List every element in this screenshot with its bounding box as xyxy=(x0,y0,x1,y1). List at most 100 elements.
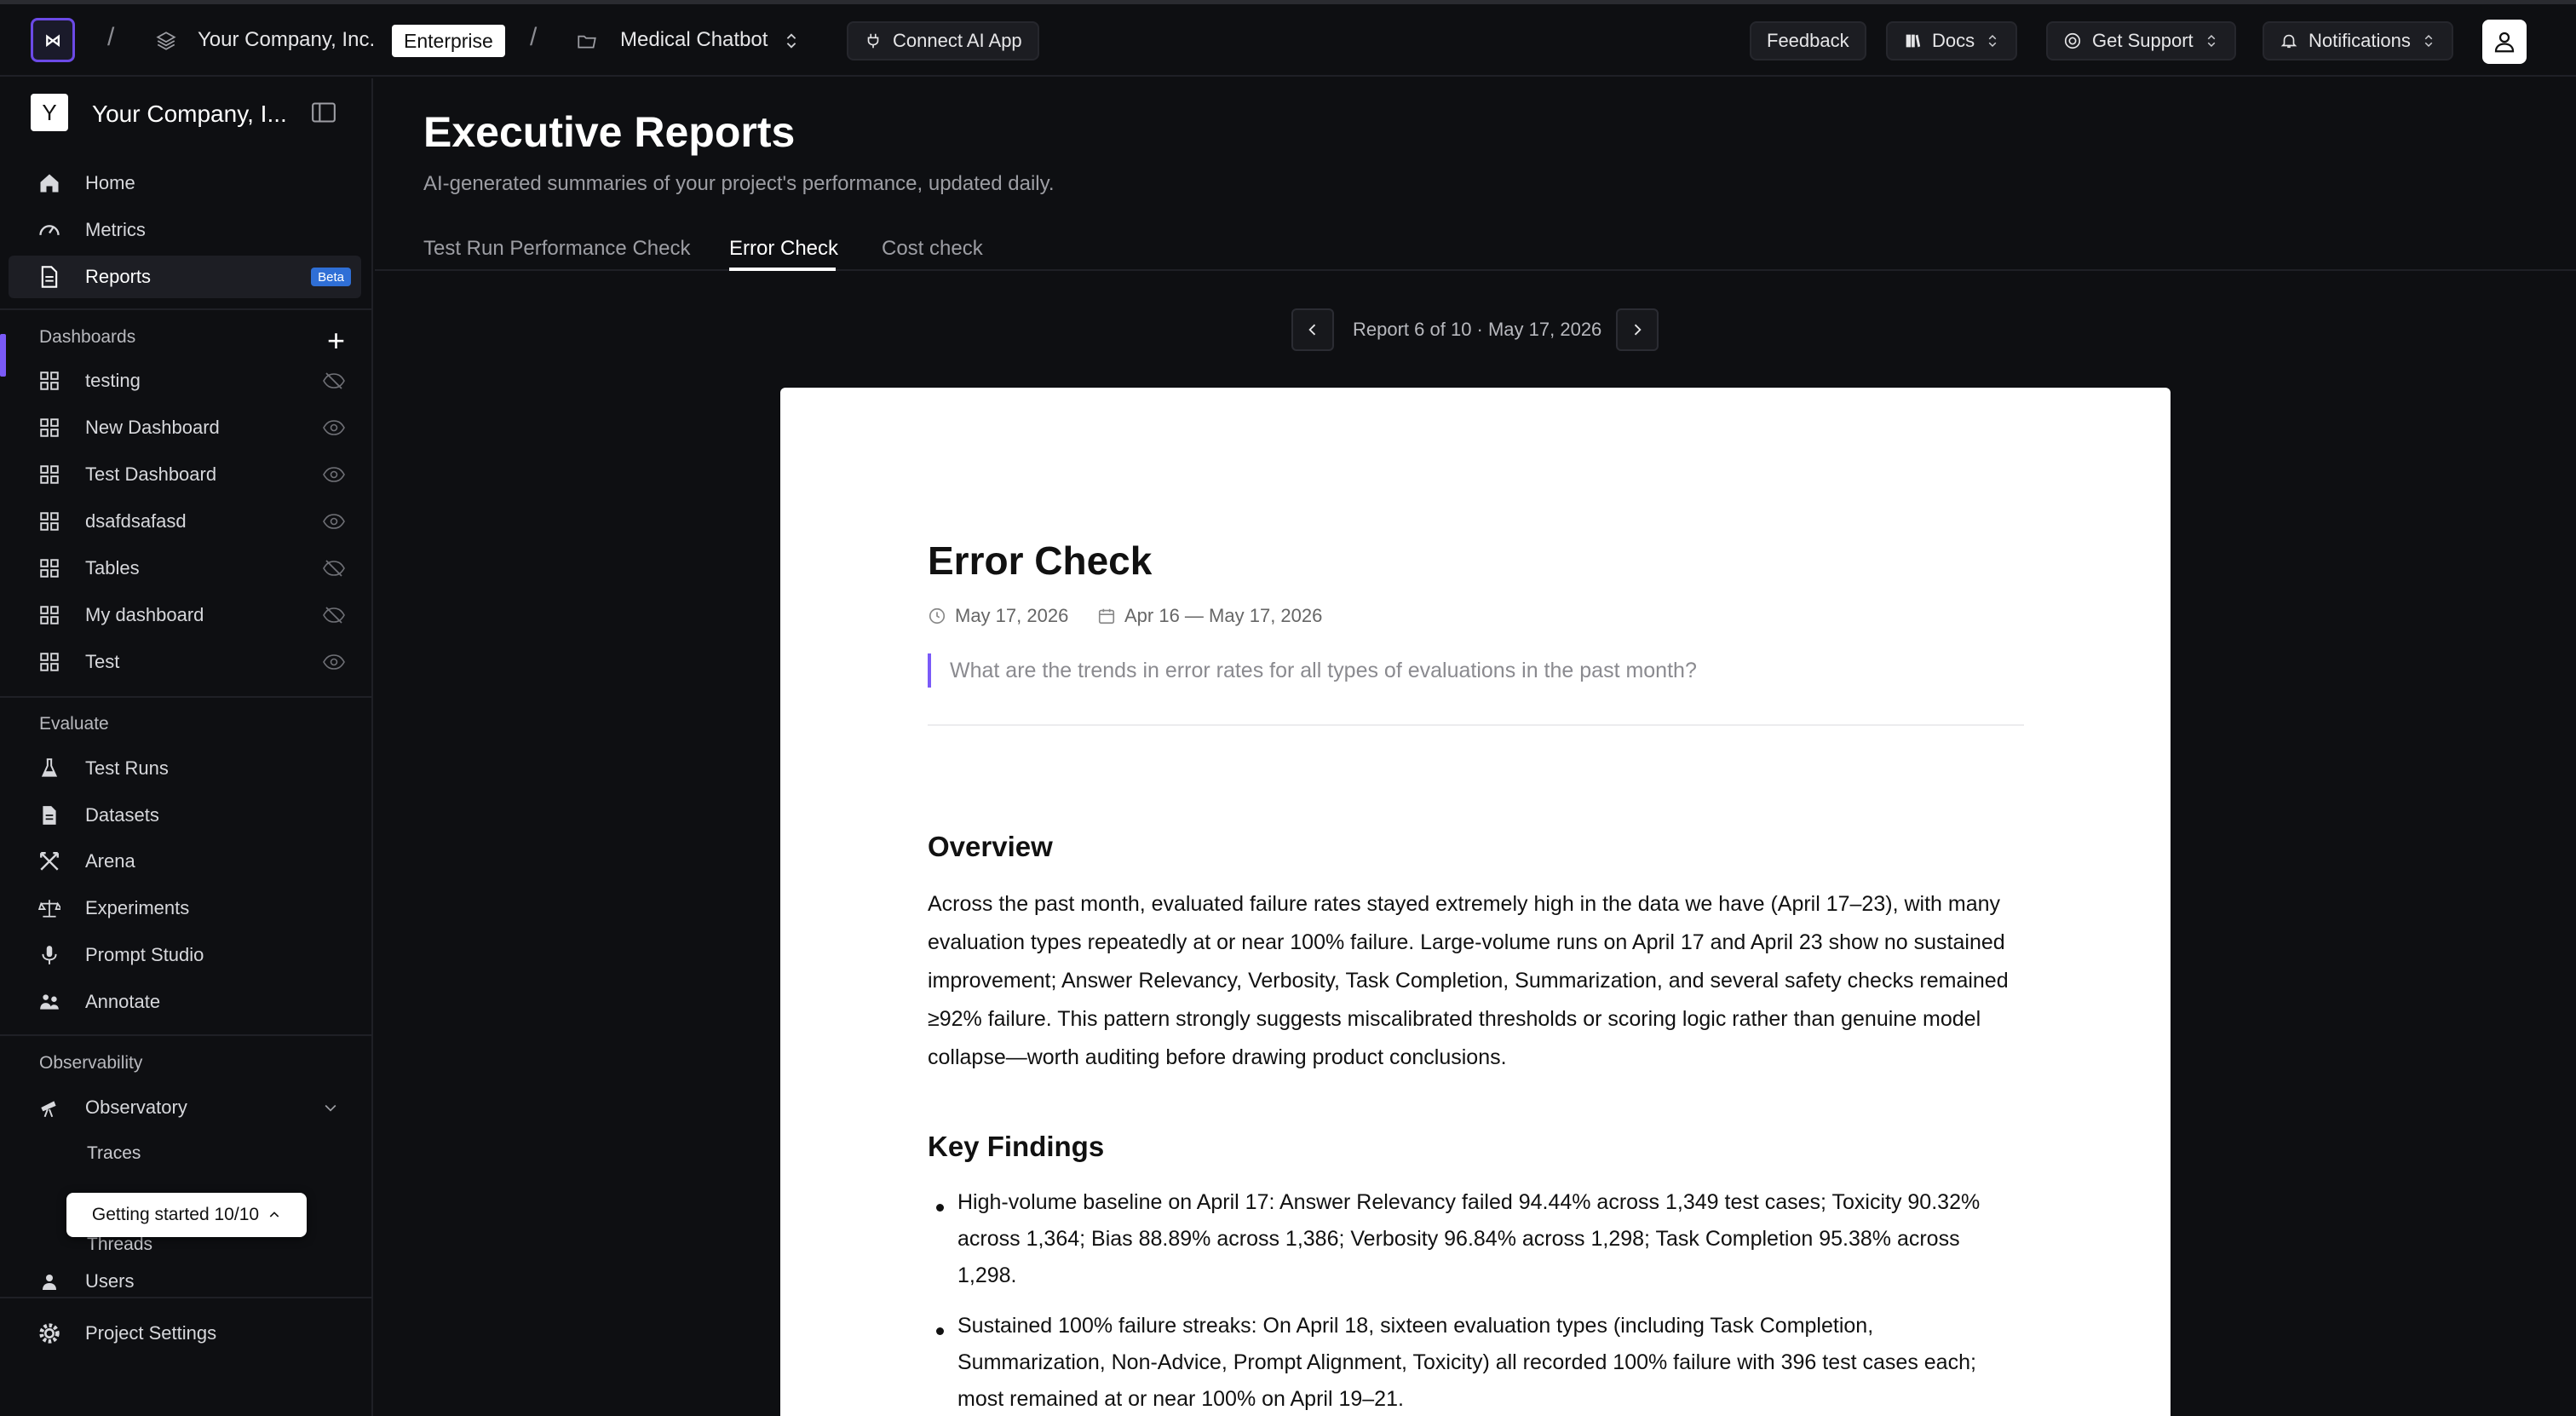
scale-icon xyxy=(37,896,61,920)
report-date-text: May 17, 2026 xyxy=(955,605,1069,626)
sidebar-subitem-traces[interactable]: Traces xyxy=(87,1143,141,1164)
project-name[interactable]: Medical Chatbot xyxy=(620,28,768,52)
dashboard-grid-icon xyxy=(37,603,61,627)
report-range-text: Apr 16 — May 17, 2026 xyxy=(1124,605,1323,626)
sidebar-item-label: Arena xyxy=(85,850,135,872)
eye-icon[interactable] xyxy=(322,465,346,484)
overview-heading: Overview xyxy=(928,831,1053,862)
dashboard-grid-icon xyxy=(37,463,61,486)
document-icon xyxy=(37,265,61,289)
sidebar-item-test-runs[interactable]: Test Runs xyxy=(9,747,361,790)
chevron-updown-icon xyxy=(2207,34,2215,48)
docs-button[interactable]: Docs xyxy=(1886,21,2018,60)
tab-cost-check[interactable]: Cost check xyxy=(882,237,983,261)
sidebar-toggle-icon[interactable] xyxy=(312,102,336,123)
sidebar-item-dashboard-tables[interactable]: Tables xyxy=(9,547,361,590)
sidebar-item-users[interactable]: Users xyxy=(9,1266,361,1297)
sidebar-item-reports[interactable]: Reports Beta xyxy=(9,256,361,298)
clock-icon xyxy=(929,607,946,625)
next-report-button[interactable] xyxy=(1616,308,1659,351)
eye-icon[interactable] xyxy=(322,512,346,531)
sidebar-item-metrics[interactable]: Metrics xyxy=(9,209,361,251)
sidebar-item-label: Observatory xyxy=(85,1097,187,1118)
eye-off-icon[interactable] xyxy=(322,371,346,390)
connect-ai-app-button[interactable]: Connect AI App xyxy=(847,21,1039,60)
chevron-down-icon[interactable] xyxy=(322,1099,339,1116)
notifications-button[interactable]: Notifications xyxy=(2263,21,2453,60)
sidebar-item-label: Project Settings xyxy=(85,1322,217,1344)
tab-test-run-performance[interactable]: Test Run Performance Check xyxy=(423,237,690,261)
dashboard-grid-icon xyxy=(37,509,61,533)
dashboard-grid-icon xyxy=(37,650,61,674)
sidebar-item-label: Prompt Studio xyxy=(85,944,204,965)
plan-badge: Enterprise xyxy=(392,25,505,57)
observability-heading: Observability xyxy=(39,1053,143,1073)
report-divider xyxy=(928,724,2024,726)
chevron-updown-icon xyxy=(1988,34,1997,48)
sidebar-item-dashboard-test-dashboard[interactable]: Test Dashboard xyxy=(9,453,361,496)
workspace-avatar[interactable]: Y xyxy=(31,94,68,131)
report-date: May 17, 2026 xyxy=(928,605,1068,627)
sidebar-item-label: testing xyxy=(85,370,141,391)
mic-icon xyxy=(37,943,61,967)
swords-icon xyxy=(37,849,61,873)
get-support-button[interactable]: Get Support xyxy=(2046,21,2236,60)
sidebar-item-datasets[interactable]: Datasets xyxy=(9,794,361,837)
sidebar-item-label: dsafdsafasd xyxy=(85,510,187,532)
sidebar-item-dashboard-my-dashboard[interactable]: My dashboard xyxy=(9,594,361,636)
report-range: Apr 16 — May 17, 2026 xyxy=(1097,605,1322,627)
user-icon xyxy=(2494,32,2515,53)
sidebar-item-home[interactable]: Home xyxy=(9,162,361,204)
app-logo[interactable]: ⋈ xyxy=(31,18,75,62)
lifebuoy-icon xyxy=(2064,32,2081,49)
connect-label: Connect AI App xyxy=(893,30,1022,51)
report-pager-label: Report 6 of 10 · May 17, 2026 xyxy=(1353,319,1602,340)
finding-item: High-volume baseline on April 17: Answer… xyxy=(957,1190,1981,1287)
sidebar-item-dashboard-testing[interactable]: testing xyxy=(9,360,361,402)
user-avatar-button[interactable] xyxy=(2482,20,2527,64)
report-title: Error Check xyxy=(928,538,1153,583)
sidebar-item-arena[interactable]: Arena xyxy=(9,840,361,883)
add-dashboard-button[interactable]: + xyxy=(327,325,345,356)
flask-icon xyxy=(37,757,61,780)
previous-report-button[interactable] xyxy=(1291,308,1334,351)
eye-icon[interactable] xyxy=(322,418,346,437)
layers-icon xyxy=(156,32,176,50)
eye-icon[interactable] xyxy=(322,653,346,671)
org-name[interactable]: Your Company, Inc. xyxy=(198,28,375,52)
sidebar-item-dashboard-dsafdsafasd[interactable]: dsafdsafasd xyxy=(9,500,361,543)
key-findings-heading: Key Findings xyxy=(928,1131,1105,1162)
sidebar-item-label: My dashboard xyxy=(85,604,204,625)
file-icon xyxy=(37,803,61,827)
bullet-dot xyxy=(936,1327,944,1335)
eye-off-icon[interactable] xyxy=(322,559,346,578)
sidebar-item-annotate[interactable]: Annotate xyxy=(9,981,361,1023)
sidebar-item-label: Datasets xyxy=(85,804,159,826)
sidebar-item-project-settings[interactable]: Project Settings xyxy=(9,1312,361,1355)
tab-error-check[interactable]: Error Check xyxy=(729,237,838,261)
sidebar-subitem-threads[interactable]: Threads xyxy=(87,1235,152,1255)
sidebar-item-dashboard-new-dashboard[interactable]: New Dashboard xyxy=(9,406,361,449)
sidebar-item-dashboard-test[interactable]: Test xyxy=(9,641,361,683)
active-tab-indicator xyxy=(729,268,836,271)
home-icon xyxy=(37,171,61,195)
page-subtitle: AI-generated summaries of your project's… xyxy=(423,172,1055,195)
feedback-button[interactable]: Feedback xyxy=(1750,21,1866,60)
eye-off-icon[interactable] xyxy=(322,606,346,625)
workspace-name[interactable]: Your Company, I... xyxy=(92,101,287,128)
sidebar-item-observatory[interactable]: Observatory xyxy=(9,1086,361,1129)
dashboard-grid-icon xyxy=(37,416,61,440)
feedback-label: Feedback xyxy=(1767,30,1849,51)
sidebar-item-prompt-studio[interactable]: Prompt Studio xyxy=(9,934,361,976)
user-icon xyxy=(37,1269,61,1293)
overview-text: Across the past month, evaluated failure… xyxy=(928,892,2009,1069)
breadcrumb-separator: / xyxy=(107,23,115,51)
chevron-updown-icon[interactable] xyxy=(782,30,801,52)
chevron-up-icon xyxy=(269,1212,279,1217)
notifications-label: Notifications xyxy=(2309,30,2411,51)
gear-icon xyxy=(37,1321,61,1345)
folder-icon xyxy=(578,35,596,49)
sidebar-item-experiments[interactable]: Experiments xyxy=(9,887,361,930)
getting-started-button[interactable]: Getting started 10/10 xyxy=(66,1193,307,1237)
active-indicator xyxy=(0,334,6,377)
